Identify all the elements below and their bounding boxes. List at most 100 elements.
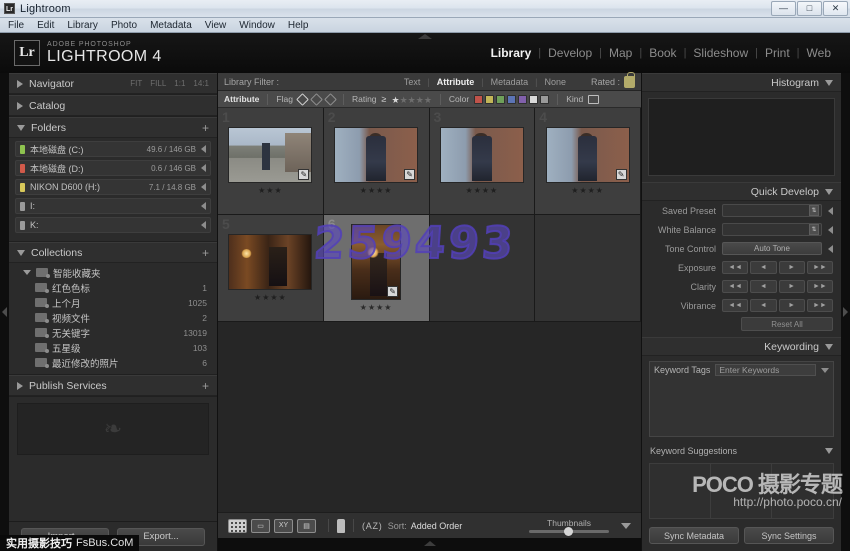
menu-item-help[interactable]: Help	[288, 20, 309, 31]
stepper-button-3[interactable]: ►	[779, 280, 805, 293]
sort-value[interactable]: Added Order	[411, 521, 463, 531]
flag-unflagged-icon[interactable]	[310, 93, 323, 106]
sync-metadata-button[interactable]: Sync Metadata	[649, 527, 739, 544]
top-panel-toggle-icon[interactable]	[418, 34, 432, 39]
navigator-header[interactable]: Navigator FITFILL1:114:1	[9, 73, 217, 94]
menu-item-library[interactable]: Library	[67, 20, 98, 31]
folder-row[interactable]: 本地磁盘 (C:)49.6 / 146 GB	[15, 141, 211, 157]
keyword-suggestions-header[interactable]: Keyword Suggestions	[642, 442, 841, 459]
module-web[interactable]: Web	[800, 46, 838, 60]
stepper-button-3[interactable]: ►	[779, 299, 805, 312]
menu-item-metadata[interactable]: Metadata	[150, 20, 192, 31]
right-panel-handle[interactable]	[841, 73, 850, 551]
thumbnail-image[interactable]: ✎	[334, 127, 418, 183]
chevron-left-icon[interactable]	[201, 183, 206, 191]
navigator-mode-FIT[interactable]: FIT	[130, 79, 142, 88]
cell-rating[interactable]: ★★★★	[360, 186, 393, 195]
chevron-left-icon[interactable]	[201, 202, 206, 210]
rating-star-1[interactable]: ★	[392, 95, 400, 105]
chevron-left-icon[interactable]	[201, 221, 206, 229]
grid-cell[interactable]: 6✎★★★★	[324, 215, 430, 322]
module-print[interactable]: Print	[758, 46, 797, 60]
collection-row[interactable]: 视频文件2	[9, 310, 217, 325]
collection-row[interactable]: 五星级103	[9, 340, 217, 355]
color-swatch-7[interactable]	[540, 95, 549, 104]
cell-rating[interactable]: ★★★★	[466, 186, 499, 195]
identity-plate[interactable]: Lr ADOBE PHOTOSHOP LIGHTROOM 4	[14, 40, 162, 66]
rating-operator[interactable]: ≥	[382, 94, 387, 104]
collection-set-row[interactable]: 智能收藏夹	[9, 265, 217, 280]
reset-all-button[interactable]: Reset All	[741, 317, 833, 331]
filter-tab-text[interactable]: Text	[397, 77, 428, 87]
cell-rating[interactable]: ★★★★	[254, 293, 287, 302]
flag-pick-icon[interactable]	[296, 93, 309, 106]
stepper-button-1[interactable]: ◄◄	[722, 280, 748, 293]
sync-settings-button[interactable]: Sync Settings	[744, 527, 834, 544]
collection-row[interactable]: 最近修改的照片6	[9, 355, 217, 370]
loupe-view-icon[interactable]: ▭	[251, 519, 270, 533]
chevron-left-icon[interactable]	[828, 245, 833, 253]
chevron-left-icon[interactable]	[828, 207, 833, 215]
edited-badge-icon[interactable]: ✎	[404, 169, 415, 180]
grid-cell[interactable]: 2✎★★★★	[324, 108, 430, 215]
filmstrip-toggle-bar[interactable]	[218, 538, 641, 551]
kind-photo-icon[interactable]	[588, 95, 599, 104]
navigator-mode-FILL[interactable]: FILL	[150, 79, 166, 88]
menu-item-window[interactable]: Window	[239, 20, 275, 31]
menu-item-edit[interactable]: Edit	[37, 20, 54, 31]
grid-cell[interactable]: 3★★★★	[430, 108, 536, 215]
color-swatch-5[interactable]	[518, 95, 527, 104]
spray-can-icon[interactable]	[337, 519, 345, 533]
chevron-left-icon[interactable]	[828, 226, 833, 234]
cell-rating[interactable]: ★★★★	[571, 186, 604, 195]
keywording-header[interactable]: Keywording	[642, 337, 841, 356]
folder-row[interactable]: NIKON D600 (H:)7.1 / 14.8 GB	[15, 179, 211, 195]
folder-row[interactable]: 本地磁盘 (D:)0.6 / 146 GB	[15, 160, 211, 176]
saved-preset-select[interactable]: ⇅	[722, 204, 822, 217]
sort-az-icon[interactable]: ( A Z )	[362, 521, 382, 531]
close-button[interactable]: ✕	[823, 1, 848, 16]
lock-icon[interactable]	[624, 76, 635, 88]
rating-star-3[interactable]: ★	[408, 95, 416, 105]
color-swatch-6[interactable]	[529, 95, 538, 104]
rating-star-2[interactable]: ★	[400, 95, 408, 105]
thumbnail-size-slider[interactable]	[529, 530, 609, 533]
chevron-left-icon[interactable]	[201, 145, 206, 153]
filter-tab-none[interactable]: None	[537, 77, 573, 87]
thumbnail-size-control[interactable]: Thumbnails	[529, 518, 609, 533]
publish-services-header[interactable]: Publish Services +	[9, 375, 217, 396]
thumbnail-image[interactable]	[440, 127, 524, 183]
catalog-header[interactable]: Catalog	[9, 95, 217, 116]
collection-row[interactable]: 无关键字13019	[9, 325, 217, 340]
grid-view-icon[interactable]	[228, 519, 247, 533]
stepper-button-4[interactable]: ►►	[807, 299, 833, 312]
compare-view-icon[interactable]: XY	[274, 519, 293, 533]
cell-rating[interactable]: ★★★	[258, 186, 283, 195]
filter-tab-metadata[interactable]: Metadata	[484, 77, 536, 87]
survey-view-icon[interactable]: ▤	[297, 519, 316, 533]
keyword-input[interactable]: Enter Keywords	[715, 364, 816, 376]
collection-row[interactable]: 上个月1025	[9, 295, 217, 310]
grid-cell[interactable]: 4✎★★★★	[535, 108, 641, 215]
navigator-mode-141[interactable]: 14:1	[193, 79, 209, 88]
chevron-down-icon[interactable]	[821, 368, 829, 373]
edited-badge-icon[interactable]: ✎	[298, 169, 309, 180]
thumbnail-image[interactable]	[228, 234, 312, 290]
add-collection-icon[interactable]: +	[202, 247, 209, 259]
module-slideshow[interactable]: Slideshow	[686, 46, 755, 60]
histogram-header[interactable]: Histogram	[642, 73, 841, 92]
stepper-button-2[interactable]: ◄	[750, 280, 776, 293]
stepper-button-1[interactable]: ◄◄	[722, 261, 748, 274]
vibrance-steppers[interactable]: ◄◄◄►►►	[722, 299, 833, 312]
add-publish-service-icon[interactable]: +	[202, 380, 209, 392]
toolbar-options-icon[interactable]	[621, 523, 631, 529]
menu-item-file[interactable]: File	[8, 20, 24, 31]
thumbnail-image[interactable]: ✎	[228, 127, 312, 183]
quick-develop-header[interactable]: Quick Develop	[642, 182, 841, 201]
grid-view[interactable]: 1✎★★★2✎★★★★3★★★★4✎★★★★5★★★★6✎★★★★ 259493	[218, 108, 641, 512]
stepper-button-3[interactable]: ►	[779, 261, 805, 274]
clarity-steppers[interactable]: ◄◄◄►►►	[722, 280, 833, 293]
flag-reject-icon[interactable]	[324, 93, 337, 106]
rating-star-4[interactable]: ★	[416, 95, 424, 105]
rating-stars[interactable]: ★★★★★	[392, 90, 432, 108]
